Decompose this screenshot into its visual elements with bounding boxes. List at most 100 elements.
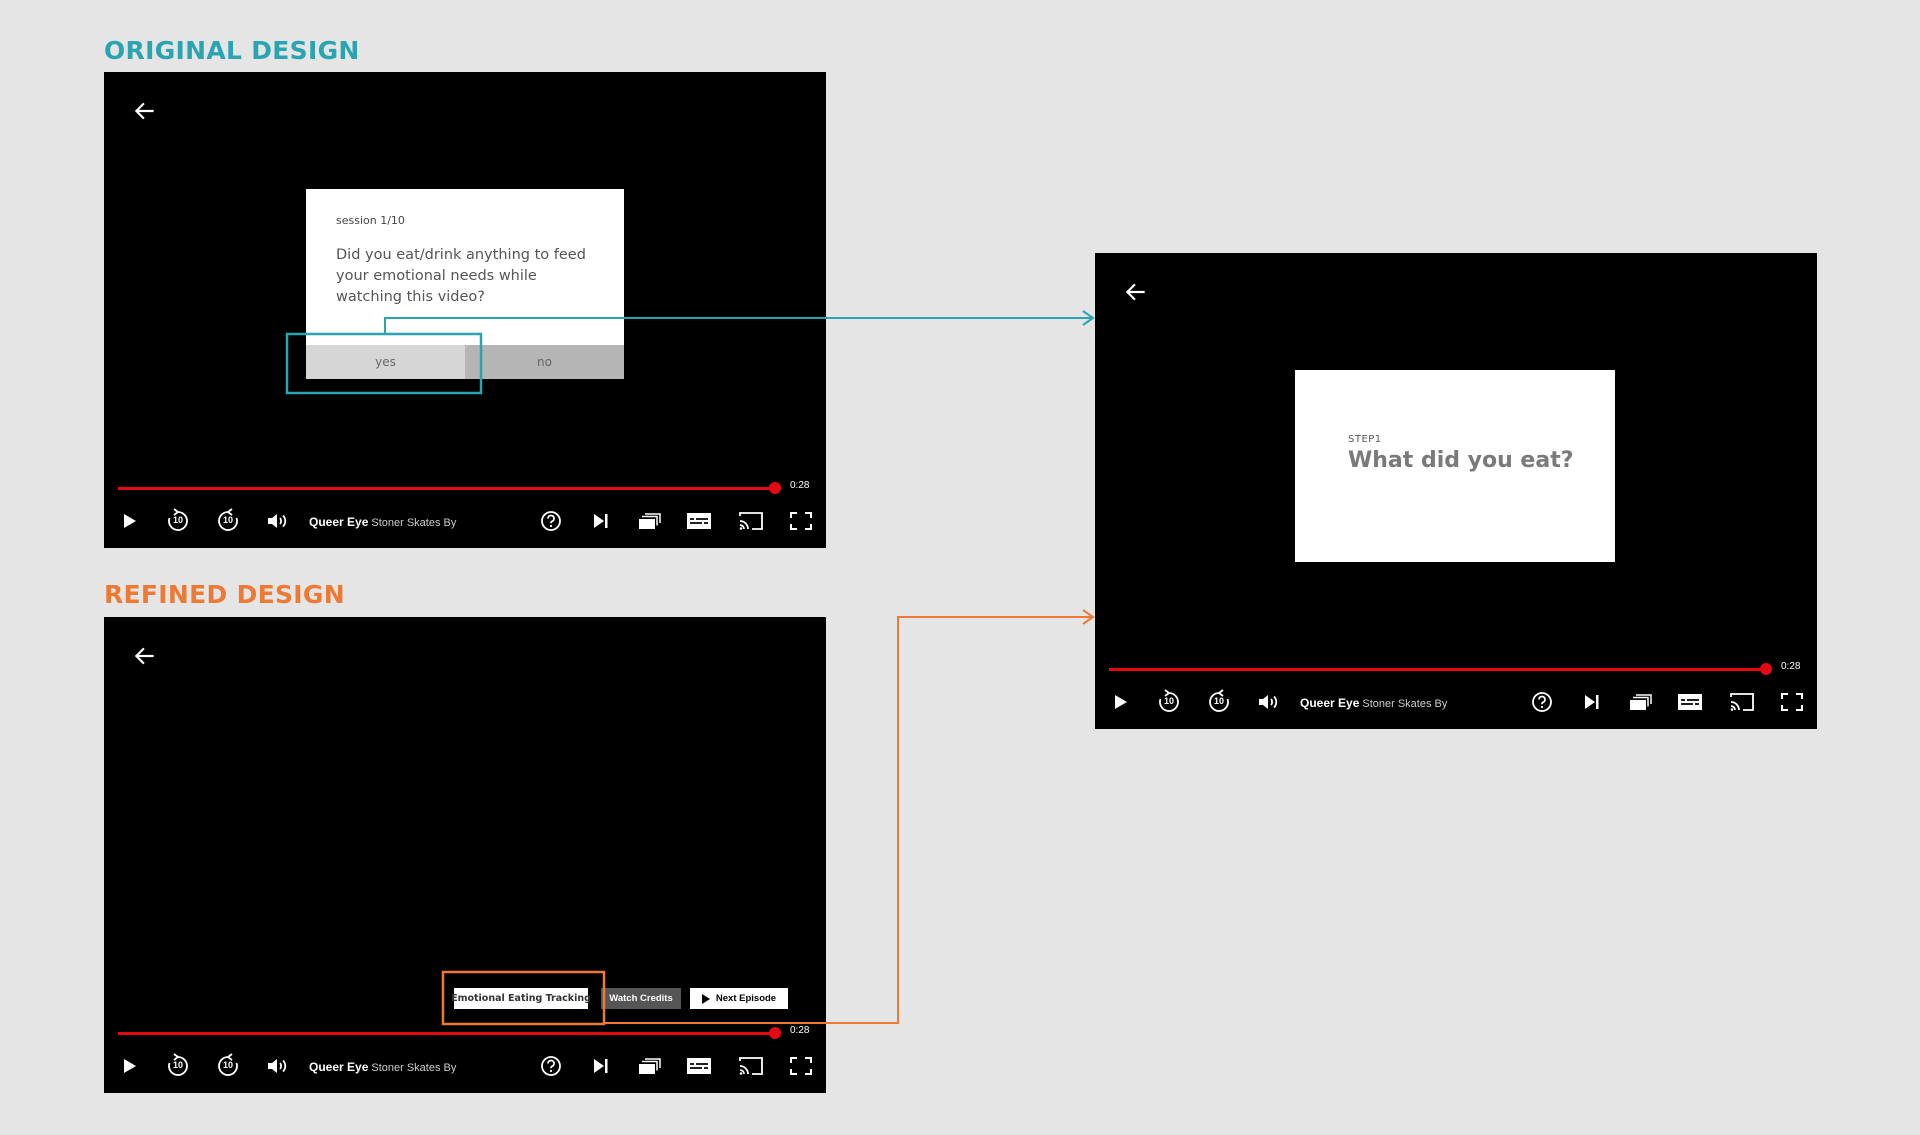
next-episode-icon — [594, 1059, 608, 1073]
back-arrow-icon[interactable] — [1123, 279, 1149, 305]
fullscreen-button[interactable] — [787, 1051, 815, 1081]
cast-button[interactable] — [737, 506, 765, 536]
rewind-10-label: 10 — [172, 515, 183, 525]
episodes-icon — [1630, 694, 1652, 710]
next-episode-control[interactable] — [1578, 687, 1606, 717]
progress-scrubber[interactable] — [768, 482, 781, 494]
tracking-to-step-arrowhead — [1082, 609, 1095, 625]
episode-title: Stoner Skates By — [1362, 698, 1448, 710]
time-remaining: 0:28 — [1781, 661, 1801, 672]
next-episode-control[interactable] — [587, 1051, 615, 1081]
play-button[interactable] — [116, 506, 144, 536]
progress-bar[interactable] — [1109, 663, 1772, 675]
refined-design-label: REFINED DESIGN — [104, 580, 345, 609]
emotional-eating-dialog: session 1/10 Did you eat/drink anything … — [306, 189, 624, 379]
session-counter: session 1/10 — [336, 214, 405, 227]
back-arrow-icon[interactable] — [132, 643, 158, 669]
volume-button[interactable] — [264, 506, 292, 536]
cast-icon — [1730, 693, 1754, 711]
help-icon — [541, 1056, 561, 1076]
watch-credits-button[interactable]: Watch Credits — [601, 988, 681, 1009]
fullscreen-icon — [1781, 693, 1803, 711]
now-playing-title: Queer Eye Stoner Skates By — [309, 1058, 456, 1076]
play-icon — [124, 514, 136, 528]
forward-10-button[interactable]: 10 — [214, 506, 242, 536]
fullscreen-icon — [790, 512, 812, 530]
next-episode-icon — [1585, 695, 1599, 709]
rewind-10-button[interactable]: 10 — [1155, 687, 1183, 717]
help-icon — [541, 511, 561, 531]
episodes-button[interactable] — [1627, 687, 1655, 717]
next-episode-label: Next Episode — [715, 993, 777, 1004]
next-episode-button[interactable]: Next Episode — [690, 988, 788, 1009]
refined-design-player: Emotional Eating Tracking Watch Credits … — [104, 617, 826, 1093]
play-icon — [701, 993, 710, 1004]
rewind-10-label: 10 — [1163, 696, 1174, 706]
forward-10-button[interactable]: 10 — [1205, 687, 1233, 717]
show-title: Queer Eye — [309, 515, 369, 529]
play-button[interactable] — [1107, 687, 1135, 717]
cast-button[interactable] — [1728, 687, 1756, 717]
help-button[interactable] — [537, 506, 565, 536]
back-arrow-icon[interactable] — [132, 98, 158, 124]
help-button[interactable] — [1528, 687, 1556, 717]
episodes-button[interactable] — [636, 506, 664, 536]
forward-10-label: 10 — [1213, 696, 1224, 706]
step-card: STEP1 What did you eat? — [1295, 370, 1615, 562]
yes-to-step-arrowhead — [1082, 310, 1095, 326]
volume-icon — [268, 514, 287, 528]
time-remaining: 0:28 — [790, 1025, 810, 1036]
forward-10-button[interactable]: 10 — [214, 1051, 242, 1081]
episodes-button[interactable] — [636, 1051, 664, 1081]
step1-player: STEP1 What did you eat? 0:28 10 10 Queer… — [1095, 253, 1817, 729]
subtitles-button[interactable] — [684, 506, 714, 536]
step-label: STEP1 — [1348, 434, 1382, 445]
show-title: Queer Eye — [1300, 696, 1360, 710]
rewind-10-button[interactable]: 10 — [164, 1051, 192, 1081]
subtitles-icon — [687, 1058, 711, 1074]
no-button[interactable]: no — [465, 345, 624, 379]
forward-10-label: 10 — [222, 1060, 233, 1070]
next-episode-control[interactable] — [587, 506, 615, 536]
play-icon — [124, 1059, 136, 1073]
time-remaining: 0:28 — [790, 480, 810, 491]
episodes-icon — [639, 1058, 661, 1074]
volume-icon — [268, 1059, 287, 1073]
play-icon — [1115, 695, 1127, 709]
show-title: Queer Eye — [309, 1060, 369, 1074]
progress-scrubber[interactable] — [768, 1027, 781, 1039]
progress-bar[interactable] — [118, 482, 781, 494]
forward-10-label: 10 — [222, 515, 233, 525]
episode-title: Stoner Skates By — [371, 517, 457, 529]
fullscreen-button[interactable] — [787, 506, 815, 536]
cast-icon — [739, 1057, 763, 1075]
volume-icon — [1259, 695, 1278, 709]
play-button[interactable] — [116, 1051, 144, 1081]
rewind-10-button[interactable]: 10 — [164, 506, 192, 536]
cast-button[interactable] — [737, 1051, 765, 1081]
volume-button[interactable] — [264, 1051, 292, 1081]
subtitles-icon — [687, 513, 711, 529]
now-playing-title: Queer Eye Stoner Skates By — [1300, 694, 1447, 712]
subtitles-button[interactable] — [684, 1051, 714, 1081]
subtitles-icon — [1678, 694, 1702, 710]
volume-button[interactable] — [1255, 687, 1283, 717]
episode-title: Stoner Skates By — [371, 1062, 457, 1074]
rewind-10-label: 10 — [172, 1060, 183, 1070]
fullscreen-button[interactable] — [1778, 687, 1806, 717]
now-playing-title: Queer Eye Stoner Skates By — [309, 513, 456, 531]
progress-bar[interactable] — [118, 1027, 781, 1039]
progress-scrubber[interactable] — [1759, 663, 1772, 675]
fullscreen-icon — [790, 1057, 812, 1075]
original-design-label: ORIGINAL DESIGN — [104, 36, 360, 65]
yes-button[interactable]: yes — [306, 345, 465, 379]
next-episode-icon — [594, 514, 608, 528]
dialog-question: Did you eat/drink anything to feed your … — [336, 247, 586, 305]
original-design-player: session 1/10 Did you eat/drink anything … — [104, 72, 826, 548]
cast-icon — [739, 512, 763, 530]
episodes-icon — [639, 513, 661, 529]
help-button[interactable] — [537, 1051, 565, 1081]
emotional-eating-tracking-button[interactable]: Emotional Eating Tracking — [451, 988, 591, 1009]
help-icon — [1532, 692, 1552, 712]
subtitles-button[interactable] — [1675, 687, 1705, 717]
